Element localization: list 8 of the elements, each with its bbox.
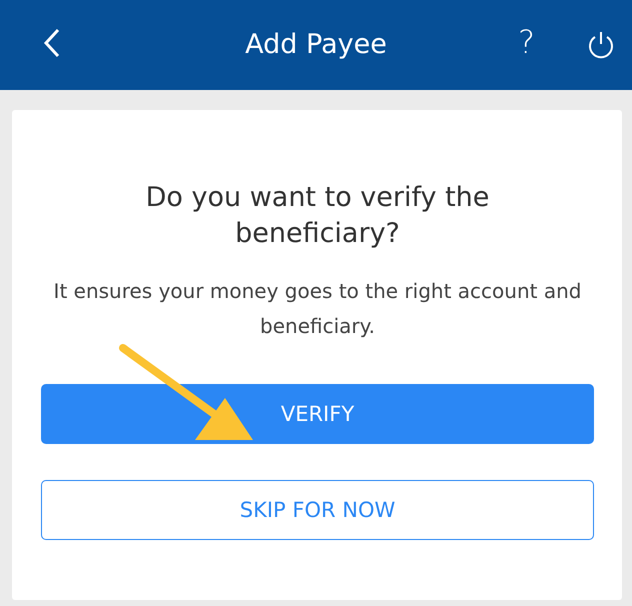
dialog-message: It ensures your money goes to the right account and beneficiary. — [52, 278, 582, 340]
skip-button[interactable]: SKIP FOR NOW — [41, 480, 594, 540]
verify-button[interactable]: VERIFY — [41, 384, 594, 444]
power-icon[interactable] — [586, 30, 616, 60]
back-icon[interactable] — [42, 28, 62, 58]
help-icon[interactable]: ? — [518, 22, 535, 62]
dialog-title: Do you want to verify the beneficiary? — [144, 181, 490, 251]
page-title: Add Payee — [245, 29, 387, 60]
